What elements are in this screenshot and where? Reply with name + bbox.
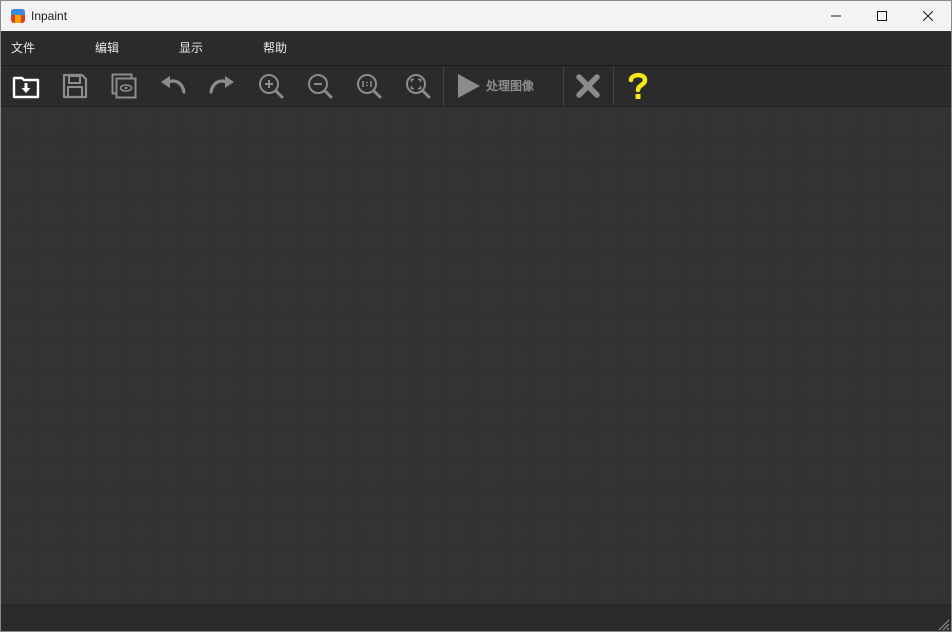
window-title: Inpaint [31,9,68,23]
open-icon [12,76,40,99]
process-image-label: 处理图像 [486,79,535,93]
menu-file[interactable]: 文件 [11,40,35,56]
clear-button[interactable] [571,69,605,103]
fit-screen-button[interactable] [401,69,435,103]
menu-view[interactable]: 显示 [179,40,203,56]
maximize-icon [877,11,887,21]
zoom-out-icon [308,74,333,99]
save-icon [62,73,88,99]
actual-size-button[interactable] [352,69,386,103]
close-icon [923,11,933,21]
redo-icon [209,76,234,94]
preview-icon [111,73,137,99]
title-bar[interactable]: Inpaint [1,1,951,31]
toolbar-separator [613,66,614,106]
toolbar-separator [563,66,564,106]
image-canvas[interactable] [1,107,951,604]
process-image-button[interactable]: 处理图像 [451,69,559,103]
undo-button[interactable] [156,69,190,103]
help-button[interactable] [621,69,655,103]
play-icon [458,74,480,98]
app-window: Inpaint 文件 编辑 显示 帮助 处理图像 [0,0,952,632]
help-icon [628,72,648,99]
maximize-button[interactable] [859,1,905,31]
minimize-button[interactable] [813,1,859,31]
undo-icon [161,76,186,94]
preview-button[interactable] [107,69,141,103]
toolbar: 处理图像 [1,66,951,107]
clear-icon [576,74,600,98]
menu-edit[interactable]: 编辑 [95,40,119,56]
fit-screen-icon [406,74,431,99]
redo-button[interactable] [205,69,239,103]
status-bar [1,604,951,631]
toolbar-separator [443,66,444,106]
close-button[interactable] [905,1,951,31]
actual-size-icon [357,74,382,99]
menu-bar: 文件 编辑 显示 帮助 [1,31,951,66]
zoom-in-button[interactable] [254,69,288,103]
minimize-icon [831,15,841,17]
open-button[interactable] [9,69,43,103]
inpaint-app-icon [11,9,25,23]
zoom-in-icon [259,74,284,99]
save-button[interactable] [58,69,92,103]
zoom-out-button[interactable] [303,69,337,103]
menu-help[interactable]: 帮助 [263,40,287,56]
resize-grip-icon[interactable] [936,617,950,631]
